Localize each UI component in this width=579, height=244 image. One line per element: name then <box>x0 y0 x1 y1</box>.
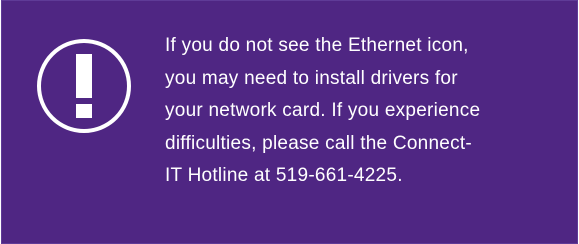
notice-line: difficulties, please call the Connect- <box>165 132 472 154</box>
exclamation-circle-icon <box>36 38 132 134</box>
notice-line: you may need to install drivers for <box>165 67 458 89</box>
notice-line: If you do not see the Ethernet icon, <box>165 35 469 56</box>
notice-line: IT Hotline at 519-661-4225. <box>165 165 403 187</box>
notice-box: If you do not see the Ethernet icon, you… <box>1 0 578 244</box>
notice-message: If you do not see the Ethernet icon, you… <box>165 30 565 193</box>
notice-line: your network card. If you experience <box>165 100 481 122</box>
